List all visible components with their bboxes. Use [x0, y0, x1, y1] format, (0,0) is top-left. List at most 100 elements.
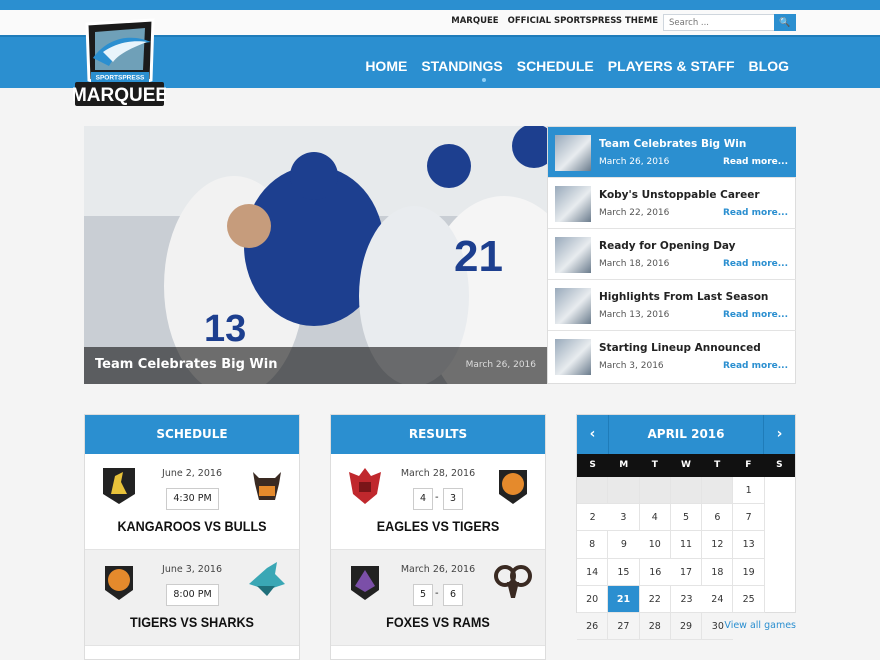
weekday-label: F: [745, 460, 752, 470]
calendar-day[interactable]: 17: [670, 558, 703, 586]
calendar-day[interactable]: 6: [702, 504, 734, 532]
search-button[interactable]: 🔍: [774, 14, 796, 31]
news-item[interactable]: Koby's Unstoppable Career March 22, 2016…: [548, 178, 796, 229]
weekday-label: M: [619, 460, 629, 470]
news-thumbnail: [555, 135, 591, 171]
calendar-day[interactable]: 15: [608, 558, 640, 586]
result-game[interactable]: March 28, 2016 4 - 3 EAGLES VS TIGERS: [331, 454, 545, 550]
news-title[interactable]: Koby's Unstoppable Career: [599, 189, 760, 201]
news-item[interactable]: Highlights From Last Season March 13, 20…: [548, 280, 796, 331]
calendar-day[interactable]: 23: [670, 586, 703, 613]
news-date: March 18, 2016: [599, 259, 670, 269]
svg-text:13: 13: [204, 308, 246, 350]
calendar-month: APRIL 2016: [647, 427, 725, 441]
news-title[interactable]: Highlights From Last Season: [599, 291, 768, 303]
news-item[interactable]: Ready for Opening Day March 18, 2016 Rea…: [548, 229, 796, 280]
search-input[interactable]: [663, 14, 774, 31]
calendar-day[interactable]: 12: [702, 531, 734, 559]
nav-home[interactable]: HOME: [365, 58, 407, 74]
calendar-day[interactable]: 7: [733, 504, 765, 532]
calendar-header: ‹ APRIL 2016 ›: [577, 415, 795, 454]
news-title[interactable]: Ready for Opening Day: [599, 240, 736, 252]
weekday-label: T: [651, 460, 658, 470]
away-score: 3: [443, 488, 463, 510]
nav-schedule[interactable]: SCHEDULE: [517, 58, 594, 74]
search-icon: 🔍: [779, 17, 791, 27]
calendar-day[interactable]: 9: [608, 531, 640, 559]
calendar-grid: 1 2 3 4 5 6 7 8 9 10 11 12 13 14 15 16 17 18 19 20 21 22 23 24 2…: [577, 477, 795, 641]
read-more-link[interactable]: Read more...: [723, 208, 788, 218]
weekday-label: S: [589, 460, 596, 470]
hero-title[interactable]: Team Celebrates Big Win: [95, 357, 277, 372]
nav-standings[interactable]: STANDINGS: [421, 58, 502, 74]
news-date: March 3, 2016: [599, 361, 664, 371]
top-link-marquee[interactable]: MARQUEE: [451, 16, 498, 26]
calendar-day[interactable]: 5: [670, 504, 703, 532]
news-item[interactable]: Team Celebrates Big Win March 26, 2016 R…: [548, 127, 796, 178]
calendar-day[interactable]: 4: [639, 504, 671, 532]
result-game[interactable]: March 26, 2016 5 - 6 FOXES VS RAMS: [331, 550, 545, 646]
read-more-link[interactable]: Read more...: [723, 259, 788, 269]
calendar-empty-cell: [639, 477, 671, 505]
calendar-day[interactable]: 20: [577, 585, 609, 613]
calendar-day[interactable]: 10: [639, 531, 671, 559]
calendar: ‹ APRIL 2016 › SMTWTFS 1 2 3 4 5 6 7 8 9 10 11 12 13…: [576, 414, 796, 641]
calendar-day[interactable]: 25: [733, 585, 765, 613]
calendar-day[interactable]: 18: [702, 558, 734, 586]
sharks-logo-icon: [249, 562, 285, 596]
calendar-day[interactable]: 24: [702, 585, 734, 613]
calendar-day[interactable]: 3: [608, 504, 640, 532]
calendar-day[interactable]: 8: [577, 531, 609, 559]
hero-photo: 13 21: [84, 126, 547, 384]
calendar-day[interactable]: 16: [639, 559, 671, 586]
nav-blog[interactable]: BLOG: [749, 58, 789, 74]
calendar-day[interactable]: 27: [608, 612, 640, 641]
calendar-empty-cell: [608, 477, 640, 505]
news-date: March 22, 2016: [599, 208, 670, 218]
game-name[interactable]: EAGLES VS TIGERS: [342, 518, 535, 534]
logo-top-text: SPORTSPRESS: [96, 75, 145, 82]
game-name[interactable]: KANGAROOS VS BULLS: [96, 518, 289, 534]
logo-bottom-text: MARQUEE: [73, 85, 166, 106]
calendar-next-button[interactable]: ›: [763, 415, 795, 454]
rams-logo-icon: [494, 565, 532, 598]
read-more-link[interactable]: Read more...: [723, 310, 788, 320]
main-nav: HOME STANDINGS SCHEDULE PLAYERS & STAFF …: [365, 58, 789, 74]
calendar-day[interactable]: 26: [577, 612, 609, 641]
calendar-prev-button[interactable]: ‹: [577, 415, 609, 454]
schedule-panel: SCHEDULE June 2, 2016 4:30 PM KANGAROOS …: [84, 414, 300, 660]
view-all-games-link[interactable]: View all games: [724, 620, 796, 631]
news-thumbnail: [555, 237, 591, 273]
calendar-day[interactable]: 13: [733, 531, 765, 559]
news-item[interactable]: Starting Lineup Announced March 3, 2016 …: [548, 331, 796, 382]
schedule-title: SCHEDULE: [85, 415, 299, 454]
calendar-empty-cell: [670, 477, 703, 505]
read-more-link[interactable]: Read more...: [723, 361, 788, 371]
tigers-logo-icon: [499, 470, 527, 504]
schedule-game[interactable]: June 2, 2016 4:30 PM KANGAROOS VS BULLS: [85, 454, 299, 550]
home-score: 5: [413, 584, 433, 606]
calendar-day[interactable]: 21: [608, 585, 640, 613]
home-score: 4: [413, 488, 433, 510]
game-name[interactable]: FOXES VS RAMS: [342, 614, 535, 630]
news-title[interactable]: Starting Lineup Announced: [599, 342, 761, 354]
calendar-day[interactable]: 28: [639, 612, 671, 641]
calendar-day[interactable]: 11: [670, 531, 703, 559]
calendar-day[interactable]: 1: [733, 477, 765, 505]
marquee-logo[interactable]: SPORTSPRESS MARQUEE: [73, 18, 166, 110]
game-name[interactable]: TIGERS VS SHARKS: [96, 614, 289, 630]
news-date: March 13, 2016: [599, 310, 670, 320]
top-link-theme[interactable]: OFFICIAL SPORTSPRESS THEME: [508, 16, 658, 26]
schedule-game[interactable]: June 3, 2016 8:00 PM TIGERS VS SHARKS: [85, 550, 299, 646]
calendar-day[interactable]: 22: [639, 585, 671, 613]
calendar-day[interactable]: 14: [577, 558, 609, 586]
nav-players-staff[interactable]: PLAYERS & STAFF: [608, 58, 735, 74]
calendar-day[interactable]: 19: [733, 558, 765, 586]
results-title: RESULTS: [331, 415, 545, 454]
news-title[interactable]: Team Celebrates Big Win: [599, 138, 746, 150]
hero-slide[interactable]: 13 21 Team Celebrates Big Win March 26, …: [84, 126, 547, 384]
read-more-link[interactable]: Read more...: [723, 157, 788, 167]
calendar-day[interactable]: 2: [577, 504, 609, 532]
weekday-label: S: [776, 460, 783, 470]
calendar-day[interactable]: 29: [670, 612, 703, 641]
